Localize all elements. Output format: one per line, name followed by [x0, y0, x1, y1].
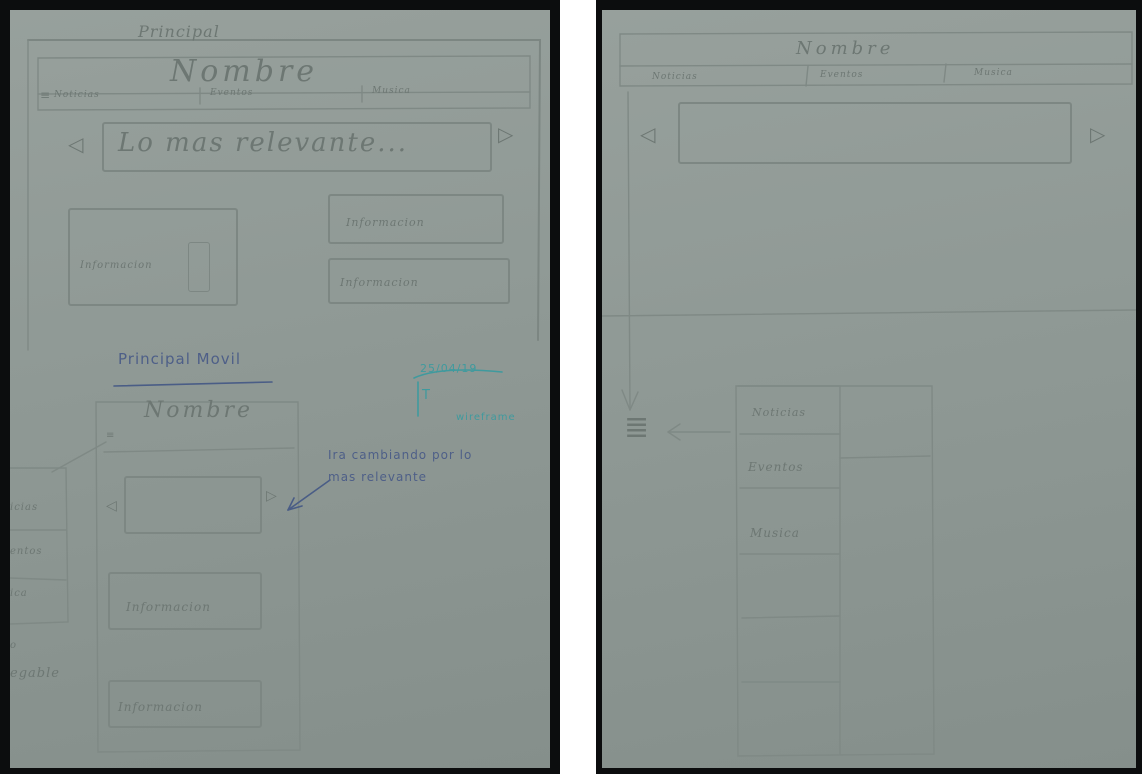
mobile-info-card-2-label: Informacion	[118, 700, 203, 714]
right-wireframe-photo: Nombre Noticias Eventos Musica ◁ ▷ ≣ Not…	[596, 0, 1142, 774]
right-nav-item-noticias[interactable]: Noticias	[652, 72, 698, 82]
right-paper-sheet: Nombre Noticias Eventos Musica ◁ ▷ ≣ Not…	[602, 10, 1136, 768]
side-menu-fragment-1: icias	[10, 502, 39, 513]
edge-fragment-1: o	[10, 640, 18, 651]
desktop-hamburger-icon[interactable]: ≡	[40, 88, 51, 102]
stamp-date: 25/04/19	[420, 362, 478, 375]
desktop-carousel-prev-icon[interactable]: ◁	[68, 132, 84, 156]
mobile-carousel[interactable]	[124, 476, 262, 534]
right-nav-item-musica[interactable]: Musica	[974, 68, 1013, 78]
mobile-carousel-next-icon[interactable]: ▷	[266, 488, 278, 504]
right-app-name: Nombre	[796, 38, 895, 59]
mobile-page-title: Principal Movil	[118, 350, 242, 368]
right-carousel[interactable]	[678, 102, 1072, 164]
right-carousel-next-icon[interactable]: ▷	[1090, 122, 1106, 146]
desktop-info-card-left-image	[188, 242, 210, 292]
side-menu-fragment-3: ica	[10, 588, 28, 599]
right-side-menu-eventos[interactable]: Eventos	[748, 460, 804, 474]
right-side-menu-musica[interactable]: Musica	[750, 526, 800, 540]
desktop-info-card-left-label: Informacion	[80, 260, 153, 271]
desktop-nav-item-eventos[interactable]: Eventos	[210, 88, 253, 98]
stamp-mark: T	[422, 388, 431, 403]
desktop-nav-item-musica[interactable]: Musica	[372, 86, 411, 96]
mobile-annotation: Ira cambiando por lo mas relevante	[328, 448, 473, 484]
right-menu-icon[interactable]: ≣	[624, 410, 650, 445]
desktop-page-title: Principal	[138, 22, 220, 41]
left-paper-sheet: Principal Nombre ≡ Noticias Eventos Musi…	[10, 10, 550, 768]
desktop-info-card-right-top-label: Informacion	[346, 216, 425, 229]
mobile-hamburger-icon[interactable]: ≡	[106, 430, 115, 441]
desktop-info-card-left[interactable]	[68, 208, 238, 306]
mobile-carousel-prev-icon[interactable]: ◁	[106, 498, 118, 514]
desktop-nav-item-noticias[interactable]: Noticias	[54, 90, 100, 100]
desktop-info-card-right-bottom-label: Informacion	[340, 276, 419, 289]
mobile-info-card-1-label: Informacion	[126, 600, 211, 614]
side-menu-fragment-2: entos	[10, 546, 43, 557]
right-nav-item-eventos[interactable]: Eventos	[820, 70, 863, 80]
desktop-carousel-next-icon[interactable]: ▷	[498, 122, 514, 146]
edge-fragment-2: egable	[10, 666, 60, 681]
right-carousel-prev-icon[interactable]: ◁	[640, 122, 656, 146]
right-side-menu-noticias[interactable]: Noticias	[752, 406, 806, 419]
left-wireframe-photo: Principal Nombre ≡ Noticias Eventos Musi…	[0, 0, 560, 774]
desktop-carousel-text: Lo mas relevante...	[118, 128, 409, 158]
stamp-label: wireframe	[456, 412, 516, 423]
desktop-app-name: Nombre	[170, 54, 319, 89]
mobile-app-name: Nombre	[144, 398, 253, 423]
